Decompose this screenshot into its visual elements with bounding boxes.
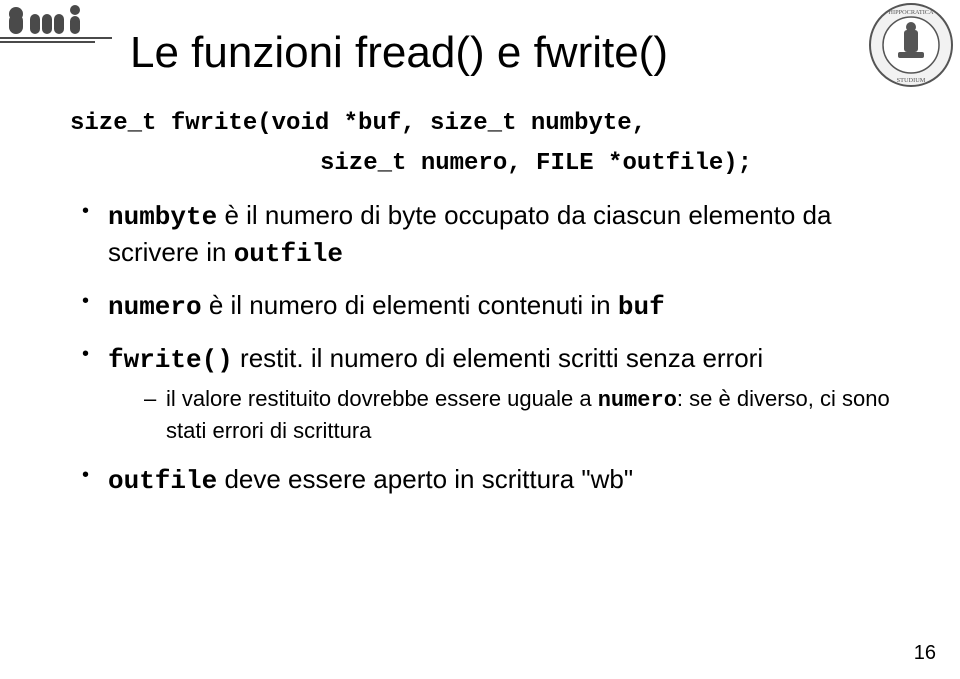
code-token: numero	[108, 292, 202, 322]
bullet-text: è il numero di elementi contenuti in	[202, 290, 618, 320]
bullet-item: numbyte è il numero di byte occupato da …	[82, 198, 890, 272]
code-token: buf	[618, 292, 665, 322]
code-signature-line2: size_t numero, FILE *outfile);	[320, 150, 752, 177]
bullet-text: è il numero di byte occupato da ciascun …	[108, 200, 831, 267]
code-token: numbyte	[108, 202, 217, 232]
code-signature-line1: size_t fwrite(void *buf, size_t numbyte,	[70, 110, 646, 137]
bullet-text: restit. il numero di elementi scritti se…	[233, 343, 763, 373]
svg-text:HIPPOCRATICA: HIPPOCRATICA	[888, 9, 934, 16]
code-token: outfile	[234, 239, 343, 269]
bullet-item: fwrite() restit. il numero di elementi s…	[82, 341, 890, 445]
slide-page: HIPPOCRATICA STUDIUM Le funzioni fread()…	[0, 0, 960, 679]
svg-text:STUDIUM: STUDIUM	[897, 77, 926, 84]
code-token: numero	[598, 388, 677, 413]
sub-bullet-text: il valore restituito dovrebbe essere ugu…	[166, 386, 598, 411]
dmi-logo	[0, 0, 112, 46]
code-token: outfile	[108, 466, 217, 496]
sub-bullet-item: il valore restituito dovrebbe essere ugu…	[144, 384, 890, 445]
bullet-text: deve essere aperto in scrittura "wb"	[217, 464, 633, 494]
code-token: fwrite()	[108, 345, 233, 375]
university-seal: HIPPOCRATICA STUDIUM	[868, 2, 954, 88]
bullet-list: numbyte è il numero di byte occupato da …	[82, 198, 890, 515]
page-number: 16	[914, 642, 936, 665]
bullet-item: numero è il numero di elementi contenuti…	[82, 288, 890, 325]
bullet-item: outfile deve essere aperto in scrittura …	[82, 462, 890, 499]
slide-title: Le funzioni fread() e fwrite()	[130, 28, 668, 78]
